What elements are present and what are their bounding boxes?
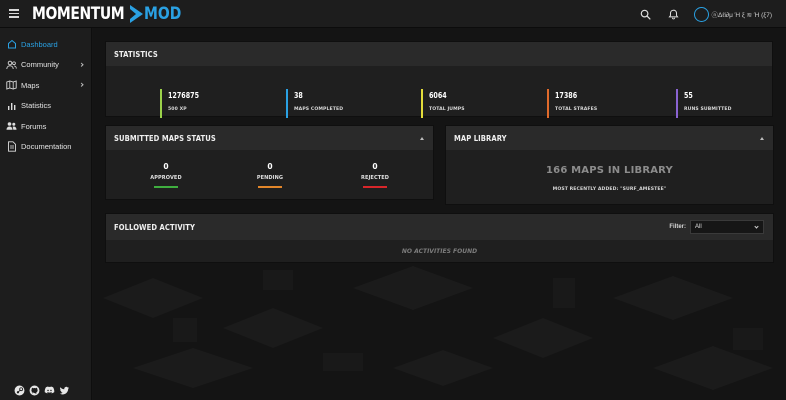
empty-activities: NO ACTIVITIES FOUND [401,248,478,255]
library-recent: MOST RECENTLY ADDED: "SURF_AMESTEE" [552,187,667,192]
logo-suffix: MOD [144,3,182,24]
hamburger-menu-icon[interactable] [0,0,28,28]
submitted-maps-panel: SUBMITTED MAPS STATUS 0 APPROVED 0 PENDI… [105,125,434,200]
stat-value: 55 [684,91,693,100]
stat-label: RUNS SUBMITTED [684,107,732,112]
map-library-panel: MAP LIBRARY 166 MAPS IN LIBRARY MOST REC… [445,125,774,205]
avatar[interactable] [693,6,709,22]
sidebar-item-community[interactable]: Community [0,55,91,76]
followed-activity-panel: FOLLOWED ACTIVITY Filter: All NO ACTIVIT… [105,213,774,263]
stat-total-jumps: 6064 TOTAL JUMPS [421,89,465,118]
search-icon[interactable] [632,0,660,28]
statistics-header: STATISTICS [106,42,772,66]
status-bar [363,186,387,188]
collapse-caret-icon[interactable] [760,137,764,140]
username[interactable]: ⓝΔℓi∂μ Ή ξ ≋ Ή (ξ7) [712,9,772,19]
background-pattern [103,266,773,390]
panel-title: FOLLOWED ACTIVITY [114,222,196,232]
status-label: APPROVED [150,175,182,181]
sidebar-item-statistics[interactable]: Statistics [0,96,91,117]
discord-icon[interactable] [44,385,55,396]
main-content: STATISTICS 1276875 500 XP 38 MAPS COMPLE… [93,28,786,400]
status-pending: 0 PENDING [240,162,300,188]
forum-icon [6,121,17,132]
stat-xp: 1276875 500 XP [160,89,205,118]
status-bar [154,186,178,188]
stat-value: 38 [294,91,303,100]
status-value: 0 [267,162,273,171]
stat-label: MAPS COMPLETED [294,107,344,112]
sidebar: Dashboard Community Maps Statistics Foru… [0,28,92,400]
library-count[interactable]: 166 MAPS IN LIBRARY [446,165,773,176]
logo-arrow-icon [130,4,144,23]
stat-value: 1276875 [168,91,200,100]
status-value: 0 [163,162,169,171]
twitter-icon[interactable] [59,385,70,396]
sidebar-item-forums[interactable]: Forums [0,116,91,137]
stat-label: 500 XP [168,107,187,112]
stat-maps-completed: 38 MAPS COMPLETED [286,89,343,118]
chart-icon [6,100,17,111]
github-icon[interactable] [29,385,40,396]
submitted-maps-header[interactable]: SUBMITTED MAPS STATUS [106,126,433,150]
sidebar-item-label: Maps [21,80,40,90]
stat-label: TOTAL JUMPS [429,107,465,112]
stat-value: 17386 [555,91,578,100]
sidebar-item-label: Dashboard [21,39,58,49]
users-icon [6,59,17,70]
stat-value: 6064 [429,91,447,100]
status-label: REJECTED [361,175,389,181]
status-value: 0 [372,162,378,171]
chevron-right-icon [79,62,84,67]
sidebar-item-documentation[interactable]: Documentation [0,137,91,158]
notification-bell-icon[interactable] [660,0,688,28]
stat-total-strafes: 17386 TOTAL STRAFES [547,89,597,118]
steam-icon[interactable] [14,385,25,396]
sidebar-item-label: Community [21,60,59,70]
logo[interactable]: MOMENTUM MOD [32,0,190,28]
status-bar [258,186,282,188]
chevron-right-icon [79,82,84,88]
status-approved: 0 APPROVED [136,162,196,188]
map-icon [6,80,17,91]
panel-title: SUBMITTED MAPS STATUS [114,133,216,143]
top-bar: MOMENTUM MOD ⓝΔℓi∂μ Ή ξ ≋ Ή (ξ7) [0,0,786,28]
panel-title: MAP LIBRARY [454,133,507,143]
filter-value: All [695,224,702,230]
sidebar-item-label: Forums [21,121,47,131]
map-library-header[interactable]: MAP LIBRARY [446,126,773,150]
collapse-caret-icon[interactable] [420,137,424,140]
activity-filter: Filter: All [669,220,764,234]
sidebar-item-label: Statistics [21,101,52,111]
social-links [14,385,70,396]
filter-label: Filter: [669,224,686,230]
document-icon [6,141,17,152]
home-icon [6,39,17,50]
status-label: PENDING [256,175,284,181]
logo-word: MOMENTUM [32,3,125,24]
sidebar-item-dashboard[interactable]: Dashboard [0,34,91,55]
stat-runs-submitted: 55 RUNS SUBMITTED [676,89,732,118]
followed-activity-header: FOLLOWED ACTIVITY Filter: All [106,214,773,240]
stat-label: TOTAL STRAFES [555,107,598,112]
sidebar-item-maps[interactable]: Maps [0,75,91,96]
status-rejected: 0 REJECTED [345,162,405,188]
statistics-panel: STATISTICS 1276875 500 XP 38 MAPS COMPLE… [105,41,773,118]
chevron-down-icon [754,224,759,229]
filter-select[interactable]: All [690,220,764,234]
sidebar-item-label: Documentation [21,142,72,152]
panel-title: STATISTICS [114,49,158,59]
